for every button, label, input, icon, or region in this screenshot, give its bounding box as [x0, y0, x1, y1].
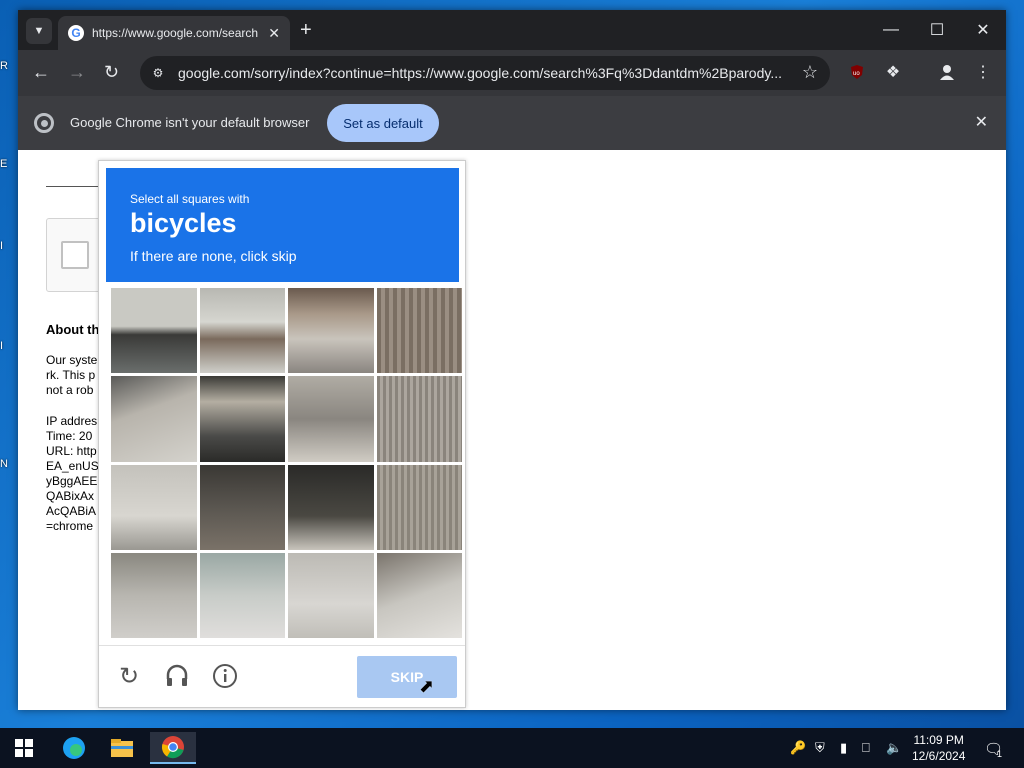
file-explorer-taskbar-icon[interactable] [102, 732, 142, 764]
extensions-puzzle-icon[interactable]: ❖ [884, 63, 902, 81]
address-bar[interactable]: ⚙ google.com/sorry/index?continue=https:… [140, 56, 830, 90]
security-shield-tray-icon[interactable]: ⛨ [815, 740, 825, 756]
tab-active[interactable]: G https://www.google.com/search?q=dantdm… [58, 16, 290, 50]
bookmark-star-icon[interactable]: ☆ [802, 62, 818, 83]
desktop-icon-fragment[interactable]: I [0, 238, 18, 254]
grid-tile[interactable] [111, 464, 197, 550]
grid-tile[interactable] [288, 376, 374, 462]
set-as-default-button[interactable]: Set as default [327, 104, 439, 142]
clock-time: 11:09 PM [913, 733, 964, 747]
desktop-icon-fragment[interactable]: E [0, 156, 18, 172]
clock-date: 12/6/2024 [912, 749, 966, 763]
grid-tile[interactable] [199, 464, 285, 550]
minimize-button[interactable]: — [868, 10, 914, 50]
grid-tile[interactable] [199, 376, 285, 462]
site-settings-icon[interactable]: ⚙ [150, 65, 166, 81]
windows-logo-icon [15, 739, 33, 757]
reload-button[interactable]: ↻ [104, 62, 119, 82]
grid-tile[interactable] [288, 552, 374, 638]
start-button[interactable] [4, 732, 44, 764]
chrome-taskbar-icon[interactable] [150, 732, 196, 764]
skip-button[interactable]: SKIP [357, 656, 457, 698]
ublock-extension-icon[interactable]: uo [848, 63, 866, 81]
maximize-button[interactable]: ☐ [914, 10, 960, 50]
reload-challenge-icon[interactable]: ↻ [115, 662, 143, 690]
grid-tile[interactable] [376, 376, 462, 462]
taskbar: 🔑 ⛨ ▮ ⎕ 🔈 11:09 PM 12/6/2024 🗨1 [0, 728, 1024, 768]
grid-tile[interactable] [376, 464, 462, 550]
audio-challenge-headphones-icon[interactable] [163, 662, 191, 690]
title-bar: ▼ G https://www.google.com/search?q=dant… [18, 10, 1006, 50]
profile-avatar-icon[interactable] [938, 63, 956, 81]
page-content: About th Our syste rk. This p not a rob … [18, 150, 1006, 710]
divider [46, 186, 101, 187]
grid-tile[interactable] [376, 288, 462, 374]
ublock-shield-icon: uo [851, 65, 863, 79]
new-tab-button[interactable]: + [300, 20, 312, 40]
notification-center-icon[interactable]: 🗨1 [984, 740, 1008, 759]
diagnostic-text: IP addres Time: 20 URL: http EA_enUS yBg… [46, 414, 99, 533]
edge-taskbar-icon[interactable] [54, 732, 94, 764]
notification-count: 1 [997, 749, 1003, 759]
grid-tile[interactable] [111, 288, 197, 374]
close-infobar-icon[interactable]: ✕ [975, 112, 988, 132]
default-browser-infobar: Google Chrome isn't your default browser… [18, 96, 1006, 150]
close-tab-icon[interactable]: ✕ [268, 25, 280, 42]
info-icon[interactable] [211, 662, 239, 690]
desktop-icon-fragment[interactable]: N [0, 456, 18, 472]
svg-text:uo: uo [853, 71, 860, 77]
url-text[interactable]: google.com/sorry/index?continue=https://… [178, 65, 790, 81]
back-button[interactable]: ← [32, 62, 50, 82]
challenge-footer: ↻ SKIP ⬈ [99, 645, 465, 707]
grid-tile[interactable] [199, 552, 285, 638]
challenge-image-grid [111, 288, 462, 638]
mouse-cursor-icon: ⬈ [419, 676, 435, 696]
kebab-menu-icon[interactable]: ⋮ [974, 63, 992, 81]
network-tray-icon[interactable]: ⎕ [862, 740, 870, 756]
browser-toolbar: ← → ↻ ⚙ google.com/sorry/index?continue=… [18, 50, 1006, 96]
challenge-header: Select all squares with bicycles If ther… [106, 168, 459, 282]
recaptcha-widget [46, 218, 106, 292]
explanation-text: Our syste rk. This p not a rob [46, 353, 98, 397]
tab-search-button[interactable]: ▼ [26, 18, 52, 44]
recaptcha-challenge: Select all squares with bicycles If ther… [98, 160, 466, 708]
chrome-window: ▼ G https://www.google.com/search?q=dant… [18, 10, 1006, 710]
close-window-button[interactable]: ✕ [960, 10, 1006, 50]
desktop-icon-fragment[interactable]: I [0, 338, 18, 354]
volume-muted-tray-icon[interactable]: 🔈 [886, 740, 902, 756]
grid-tile[interactable] [111, 376, 197, 462]
challenge-object: bicycles [130, 208, 237, 238]
grid-tile[interactable] [288, 288, 374, 374]
recaptcha-checkbox[interactable] [61, 241, 89, 269]
search-key-tray-icon[interactable]: 🔑 [790, 740, 806, 756]
grid-tile[interactable] [199, 288, 285, 374]
google-favicon-icon: G [68, 25, 84, 41]
chevron-down-icon: ▼ [33, 25, 45, 37]
grid-tile[interactable] [288, 464, 374, 550]
grid-tile[interactable] [111, 552, 197, 638]
challenge-subtext: If there are none, click skip [130, 248, 297, 264]
challenge-instruction: Select all squares with [130, 192, 250, 206]
infobar-message: Google Chrome isn't your default browser [70, 115, 310, 130]
about-heading: About th [46, 322, 100, 337]
forward-button[interactable]: → [68, 62, 86, 82]
chrome-logo-icon [34, 113, 54, 133]
usb-device-tray-icon[interactable]: ▮ [840, 740, 847, 756]
grid-tile[interactable] [376, 552, 462, 638]
tab-title: https://www.google.com/search?q=dantdm+p… [92, 26, 259, 40]
desktop-icon-fragment[interactable]: R [0, 58, 18, 74]
system-clock[interactable]: 11:09 PM 12/6/2024 [912, 732, 965, 764]
